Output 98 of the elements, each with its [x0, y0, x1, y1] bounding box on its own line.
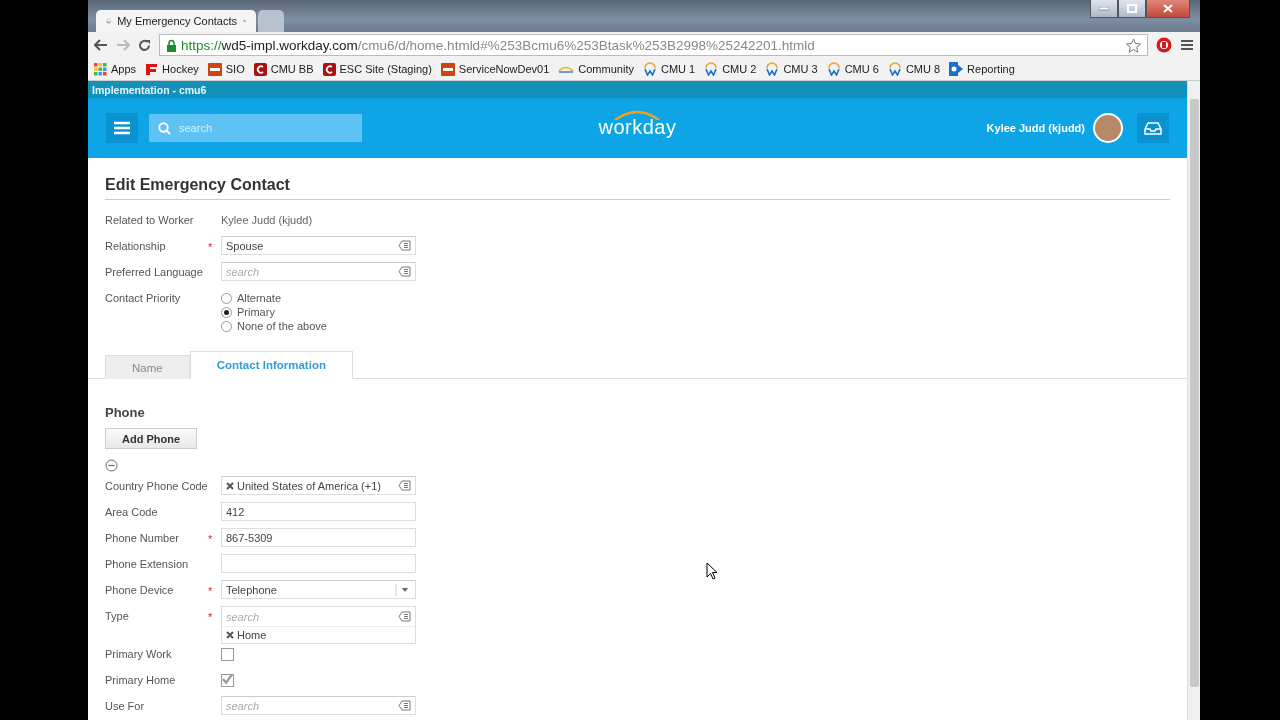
section-title: Phone: [105, 405, 146, 420]
field-value: Kylee Judd (kjudd): [221, 213, 314, 226]
close-icon: [1163, 4, 1173, 13]
workday-logo: workday: [598, 110, 677, 139]
bookmark-link[interactable]: CMU BB: [253, 62, 314, 76]
environment-bar: Implementation - cmu6: [88, 81, 1187, 98]
required-mark: *: [208, 584, 214, 597]
workday-w-icon: [765, 62, 780, 76]
field-label: Area Code: [105, 505, 159, 518]
field-label: Country Phone Code: [105, 479, 208, 492]
radio-button[interactable]: [221, 292, 232, 304]
prompt-field[interactable]: search Home: [221, 606, 416, 644]
browser-tab[interactable]: My Emergency Contacts: [96, 10, 256, 32]
radio-button[interactable]: [221, 306, 232, 318]
checkbox[interactable]: [221, 674, 234, 687]
bookmark-link[interactable]: CMU 2: [704, 62, 757, 76]
prompt-field[interactable]: United States of America (+1): [221, 476, 416, 495]
prompt-field[interactable]: Spouse: [221, 236, 416, 255]
maximize-icon: [1127, 4, 1137, 13]
apps-grid-icon: [94, 62, 107, 76]
workday-w-icon: [887, 62, 902, 76]
bookmark-link[interactable]: Reporting: [949, 62, 1015, 76]
checkbox[interactable]: [221, 648, 234, 661]
bookmark-link[interactable]: SIO: [207, 62, 245, 76]
required-mark: *: [208, 610, 214, 623]
bookmark-link[interactable]: Apps: [94, 62, 137, 76]
menu-icon[interactable]: [1180, 39, 1194, 51]
bookmark-link[interactable]: CMU 3: [765, 62, 818, 76]
field-label: Phone Device: [105, 583, 175, 596]
minimize-button[interactable]: [1090, 0, 1118, 18]
bookmark-icon: [253, 62, 267, 76]
field-label: Phone Extension: [105, 557, 190, 570]
swoosh-icon: [558, 64, 575, 74]
prompt-icon[interactable]: [398, 240, 411, 251]
search-icon: [158, 122, 171, 135]
maximize-button[interactable]: [1118, 0, 1146, 18]
text-field[interactable]: 867-5309: [221, 528, 416, 547]
menu-icon: [114, 121, 130, 135]
inbox-button[interactable]: [1137, 113, 1169, 143]
menu-button[interactable]: [106, 113, 138, 143]
radio-button[interactable]: [221, 320, 232, 332]
field-label: Primary Work: [105, 647, 173, 660]
back-icon[interactable]: [94, 39, 108, 51]
close-button[interactable]: [1146, 0, 1190, 18]
field-label: Primary Home: [105, 673, 177, 686]
prompt-icon[interactable]: [398, 480, 411, 491]
field-label: Type: [105, 609, 130, 622]
mouse-cursor-icon: [706, 562, 718, 580]
workday-w-icon: [826, 62, 841, 76]
prompt-icon[interactable]: [398, 611, 411, 622]
bookmark-link[interactable]: Hockey: [145, 62, 199, 76]
bookmark-link[interactable]: ESC Site (Staging): [322, 62, 432, 76]
sharepoint-icon: [949, 62, 964, 76]
address-bar[interactable]: https://wd5-impl.workday.com/cmu6/d/home.htmld#%253Bcmu6%253Btask%253B2998%25242201.htmld: [159, 34, 1148, 56]
bookmark-link[interactable]: CMU 1: [642, 62, 696, 76]
prompt-icon[interactable]: [398, 266, 411, 277]
selected-item[interactable]: Home: [222, 627, 415, 643]
bookmark-icon: [207, 62, 222, 76]
bookmark-link[interactable]: CMU 6: [826, 62, 879, 76]
radio-option[interactable]: Alternate: [221, 292, 416, 304]
required-mark: *: [208, 240, 214, 253]
bookmark-icon: [322, 62, 336, 76]
lock-icon: [166, 38, 177, 52]
field-label: Related to Worker: [105, 213, 195, 226]
bookmark-link[interactable]: CMU 8: [887, 62, 941, 76]
radio-option[interactable]: Primary: [221, 306, 416, 318]
field-label: Preferred Language: [105, 265, 204, 278]
field-label: Use For: [105, 699, 146, 712]
avatar[interactable]: [1093, 113, 1123, 143]
caret-icon: [395, 582, 411, 597]
stop-sign-icon[interactable]: [1156, 37, 1172, 53]
field-label: Phone Number: [105, 531, 180, 544]
workday-w-icon: [704, 62, 719, 76]
field-label: Relationship: [105, 239, 167, 252]
prompt-icon[interactable]: [398, 700, 411, 711]
scrollbar[interactable]: [1187, 81, 1200, 720]
dropdown-field[interactable]: Telephone: [221, 580, 416, 599]
reload-icon[interactable]: [138, 38, 151, 52]
bookmark-link[interactable]: Community: [558, 63, 634, 75]
add-phone-button[interactable]: Add Phone: [105, 428, 198, 449]
check-icon: [222, 673, 233, 685]
remove-icon[interactable]: [226, 631, 234, 639]
bookmark-link[interactable]: ServiceNowDev01: [440, 62, 550, 76]
page-title: Edit Emergency Contact: [105, 176, 1170, 200]
radio-option[interactable]: None of the above: [221, 320, 416, 332]
field-label: Contact Priority: [105, 291, 182, 304]
required-mark: *: [208, 532, 214, 545]
search-field[interactable]: search: [149, 114, 362, 142]
text-field[interactable]: [221, 554, 416, 573]
inbox-icon: [1144, 121, 1162, 135]
bookmark-icon: [440, 62, 455, 76]
workday-w-icon: [642, 62, 657, 76]
remove-icon[interactable]: [226, 481, 234, 490]
hockey-icon: [145, 62, 159, 76]
text-field[interactable]: 412: [221, 502, 416, 521]
star-icon[interactable]: [1126, 37, 1141, 53]
remove-circle-icon[interactable]: [105, 459, 118, 472]
minimize-icon: [1099, 6, 1109, 11]
